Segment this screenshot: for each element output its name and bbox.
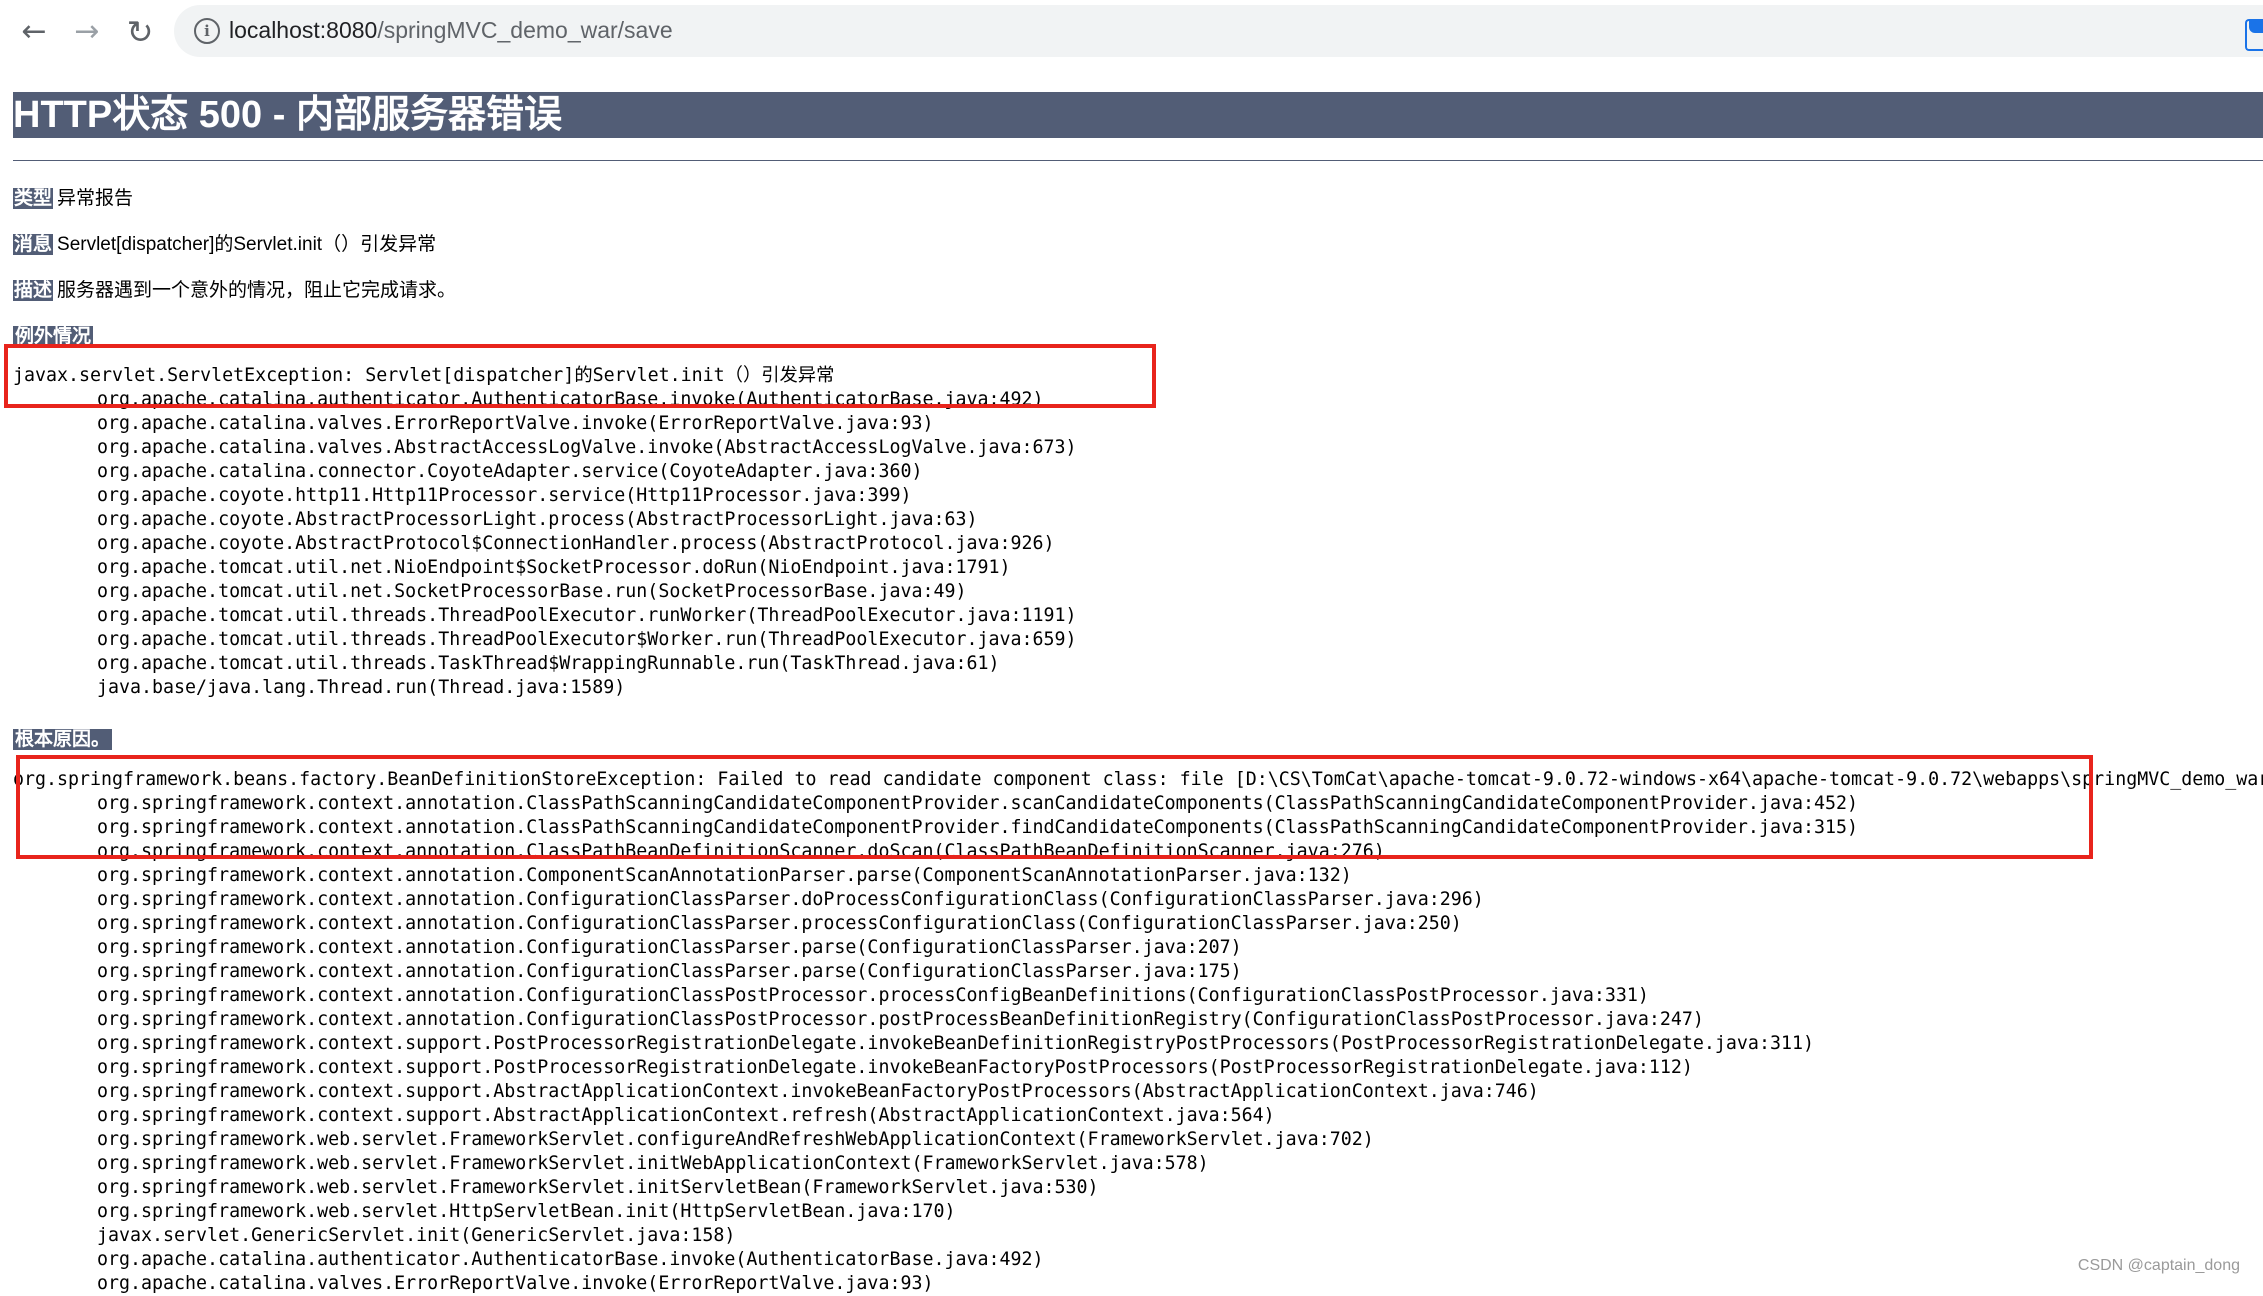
info-icon[interactable]: i: [194, 18, 220, 44]
trace-line: org.springframework.context.annotation.C…: [97, 961, 1242, 982]
trace-line: org.apache.coyote.http11.Http11Processor…: [97, 485, 912, 506]
browser-toolbar: ← → ↻ i localhost:8080/springMVC_demo_wa…: [0, 0, 2263, 62]
type-value: 异常报告: [57, 188, 134, 209]
exception-stack-trace: javax.servlet.ServletException: Servlet[…: [13, 364, 1077, 700]
trace-line: org.springframework.context.annotation.C…: [97, 841, 1385, 862]
type-field: 类型 异常报告: [13, 183, 133, 210]
url-text[interactable]: localhost:8080/springMVC_demo_war/save: [229, 17, 673, 44]
extension-icon[interactable]: [2245, 19, 2263, 51]
trace-line: org.apache.tomcat.util.threads.TaskThrea…: [97, 653, 1000, 674]
root-cause-heading: 根本原因。: [13, 724, 113, 751]
trace-line: org.apache.tomcat.util.threads.ThreadPoo…: [97, 629, 1077, 650]
trace-line: org.springframework.beans.factory.BeanDe…: [13, 769, 2263, 790]
url-host: localhost:8080: [229, 17, 378, 43]
trace-line: javax.servlet.GenericServlet.init(Generi…: [97, 1225, 736, 1246]
trace-line: org.apache.catalina.valves.AbstractAcces…: [97, 437, 1077, 458]
trace-line: java.base/java.lang.Thread.run(Thread.ja…: [97, 677, 626, 698]
root-cause-label: 根本原因。: [13, 729, 113, 750]
type-label: 类型: [13, 188, 54, 209]
back-arrow-icon[interactable]: ←: [14, 12, 54, 52]
extension-badge: [2249, 21, 2263, 33]
trace-line: org.springframework.context.support.Abst…: [97, 1105, 1275, 1126]
trace-line: org.apache.tomcat.util.net.SocketProcess…: [97, 581, 967, 602]
trace-line: org.apache.catalina.connector.CoyoteAdap…: [97, 461, 923, 482]
exception-heading: 例外情况: [13, 321, 94, 348]
trace-line: org.springframework.context.annotation.C…: [97, 793, 1858, 814]
trace-line: org.springframework.context.annotation.C…: [97, 913, 1462, 934]
description-label: 描述: [13, 280, 54, 301]
trace-line: org.apache.coyote.AbstractProtocol$Conne…: [97, 533, 1055, 554]
trace-line: org.apache.catalina.authenticator.Authen…: [97, 1249, 1044, 1270]
divider: [13, 160, 2263, 161]
reload-icon[interactable]: ↻: [120, 12, 160, 52]
trace-line: org.springframework.context.annotation.C…: [97, 889, 1484, 910]
trace-line: org.apache.catalina.valves.ErrorReportVa…: [97, 1273, 934, 1294]
exception-label: 例外情况: [13, 326, 94, 347]
trace-line: org.springframework.web.servlet.Framewor…: [97, 1153, 1209, 1174]
trace-line: org.springframework.context.annotation.C…: [97, 1009, 1704, 1030]
trace-line: org.apache.tomcat.util.net.NioEndpoint$S…: [97, 557, 1011, 578]
trace-line: org.springframework.context.annotation.C…: [97, 817, 1858, 838]
trace-line: org.springframework.web.servlet.Framewor…: [97, 1129, 1374, 1150]
trace-line: org.springframework.context.annotation.C…: [97, 865, 1352, 886]
root-cause-stack-trace: org.springframework.beans.factory.BeanDe…: [13, 768, 2263, 1296]
trace-line: org.apache.catalina.valves.ErrorReportVa…: [97, 413, 934, 434]
trace-line: org.springframework.web.servlet.HttpServ…: [97, 1201, 956, 1222]
trace-line: org.springframework.context.support.Post…: [97, 1057, 1693, 1078]
address-bar[interactable]: i localhost:8080/springMVC_demo_war/save: [174, 5, 2263, 57]
trace-line: org.springframework.context.support.Post…: [97, 1033, 1814, 1054]
page-title: HTTP状态 500 - 内部服务器错误: [13, 92, 2263, 138]
message-field: 消息 Servlet[dispatcher]的Servlet.init（）引发异常: [13, 229, 436, 256]
forward-arrow-icon[interactable]: →: [67, 12, 107, 52]
trace-line: org.springframework.context.annotation.C…: [97, 937, 1242, 958]
description-value: 服务器遇到一个意外的情况，阻止它完成请求。: [57, 280, 457, 301]
trace-line: javax.servlet.ServletException: Servlet[…: [13, 365, 835, 386]
message-label: 消息: [13, 234, 54, 255]
error-page: HTTP状态 500 - 内部服务器错误 类型 异常报告 消息 Servlet[di…: [0, 62, 2263, 1294]
trace-line: org.springframework.web.servlet.Framewor…: [97, 1177, 1099, 1198]
trace-line: org.springframework.context.annotation.C…: [97, 985, 1649, 1006]
watermark-text: CSDN @captain_dong: [2077, 1257, 2240, 1274]
description-field: 描述 服务器遇到一个意外的情况，阻止它完成请求。: [13, 275, 456, 302]
trace-line: org.springframework.context.support.Abst…: [97, 1081, 1539, 1102]
trace-line: org.apache.tomcat.util.threads.ThreadPoo…: [97, 605, 1077, 626]
url-path: /springMVC_demo_war/save: [377, 17, 673, 43]
trace-line: org.apache.coyote.AbstractProcessorLight…: [97, 509, 978, 530]
message-value: Servlet[dispatcher]的Servlet.init（）引发异常: [57, 234, 437, 255]
trace-line: org.apache.catalina.authenticator.Authen…: [97, 389, 1044, 410]
